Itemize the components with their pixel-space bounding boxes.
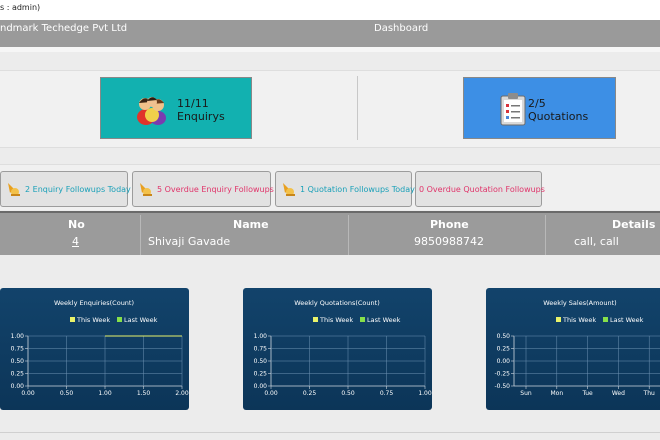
weekly-quotations-chart: Weekly Quotations(Count) This Week Last We… — [243, 288, 432, 410]
bell-icon — [137, 181, 153, 197]
legend-swatch — [117, 317, 122, 322]
column-divider — [140, 215, 141, 255]
legend-label: This Week — [76, 316, 110, 324]
weekly-sales-chart: Weekly Sales(Amount) This Week Last Week -0… — [486, 288, 660, 410]
quotations-count: 2/5 — [528, 97, 546, 110]
followups-table: No Name Phone Details 4 Shivaji Gavade 9… — [0, 211, 660, 255]
y-tick-label: 0.25 — [11, 371, 25, 378]
column-header-phone: Phone — [430, 218, 469, 231]
column-divider — [348, 215, 349, 255]
enquiries-card[interactable]: 11/11 Enquirys — [100, 77, 252, 139]
legend-label: Last Week — [610, 316, 644, 324]
x-tick-label: Thu — [643, 390, 655, 397]
chart-title: Weekly Quotations(Count) — [294, 299, 379, 307]
x-tick-label: 1.00 — [418, 390, 432, 397]
y-tick-label: 0.75 — [11, 346, 25, 353]
legend-swatch — [603, 317, 608, 322]
legend-swatch — [556, 317, 561, 322]
x-tick-label: 0.75 — [380, 390, 394, 397]
enquiries-count: 11/11 — [177, 97, 209, 110]
x-tick-label: 1.50 — [137, 390, 151, 397]
legend-swatch — [70, 317, 75, 322]
x-tick-label: Tue — [581, 390, 593, 397]
y-tick-label: 0.50 — [497, 333, 511, 340]
y-tick-label: 0.25 — [497, 346, 511, 353]
y-tick-label: 0.00 — [254, 383, 268, 390]
legend-label: This Week — [562, 316, 596, 324]
cards-divider — [357, 76, 358, 140]
row-name: Shivaji Gavade — [148, 235, 231, 248]
x-tick-label: Sun — [520, 390, 532, 397]
y-tick-label: -0.25 — [494, 371, 510, 378]
x-tick-label: 0.00 — [264, 390, 278, 397]
chart-title: Weekly Enquiries(Count) — [54, 299, 134, 307]
x-tick-label: 0.25 — [303, 390, 317, 397]
legend-label: Last Week — [124, 316, 158, 324]
bell-icon — [5, 181, 21, 197]
y-tick-label: 0.00 — [497, 358, 511, 365]
x-tick-label: 0.00 — [21, 390, 35, 397]
legend-label: Last Week — [367, 316, 401, 324]
row-phone: 9850988742 — [414, 235, 484, 248]
column-divider — [545, 215, 546, 255]
title-bar: ndmark Techedge Pvt Ltd Dashboard — [0, 20, 660, 47]
y-tick-label: 1.00 — [11, 333, 25, 340]
y-tick-label: 0.75 — [254, 346, 268, 353]
y-tick-label: 0.25 — [254, 371, 268, 378]
x-tick-label: Mon — [550, 390, 563, 397]
x-tick-label: Wed — [612, 390, 625, 397]
y-tick-label: 0.00 — [11, 383, 25, 390]
legend-swatch — [313, 317, 318, 322]
followup-label: 0 Overdue Quotation Followups — [419, 185, 545, 194]
quotations-card[interactable]: 2/5 Quotations — [463, 77, 616, 139]
company-name: ndmark Techedge Pvt Ltd — [0, 23, 128, 34]
x-tick-label: 0.50 — [60, 390, 74, 397]
weekly-enquiries-chart: Weekly Enquiries(Count) This Week Last Wee… — [0, 288, 189, 410]
x-tick-label: 1.00 — [98, 390, 112, 397]
bell-icon — [280, 181, 296, 197]
followup-label: 2 Enquiry Followups Today — [25, 185, 131, 194]
row-details: call, call — [574, 235, 619, 248]
overdue-quotation-followups-button[interactable]: 0 Overdue Quotation Followups — [415, 171, 545, 207]
quotations-label: Quotations — [528, 110, 589, 123]
column-header-no: No — [68, 218, 85, 231]
column-header-name: Name — [233, 218, 269, 231]
followup-label: 1 Quotation Followups Today — [300, 185, 415, 194]
legend-label: This Week — [319, 316, 353, 324]
legend-swatch — [360, 317, 365, 322]
x-tick-label: 2.00 — [175, 390, 189, 397]
clipboard-icon — [498, 91, 532, 127]
x-tick-label: 0.50 — [341, 390, 355, 397]
column-header-details: Details — [612, 218, 656, 231]
y-tick-label: 0.50 — [254, 358, 268, 365]
people-icon — [135, 91, 169, 127]
y-tick-label: -0.50 — [494, 383, 510, 390]
row-no-link[interactable]: 4 — [72, 235, 79, 248]
enquiries-label: Enquirys — [177, 110, 225, 123]
overdue-enquiry-followups-button[interactable]: 5 Overdue Enquiry Followups — [132, 171, 274, 207]
page-title: Dashboard — [374, 23, 429, 34]
chart-title: Weekly Sales(Amount) — [543, 299, 616, 307]
followup-label: 5 Overdue Enquiry Followups — [157, 185, 274, 194]
bottom-divider — [0, 432, 660, 433]
user-info: s : admin) — [0, 0, 660, 20]
enquiry-followups-today-button[interactable]: 2 Enquiry Followups Today — [0, 171, 131, 207]
header-strip — [0, 47, 660, 52]
y-tick-label: 0.50 — [11, 358, 25, 365]
quotation-followups-today-button[interactable]: 1 Quotation Followups Today — [275, 171, 415, 207]
y-tick-label: 1.00 — [254, 333, 268, 340]
